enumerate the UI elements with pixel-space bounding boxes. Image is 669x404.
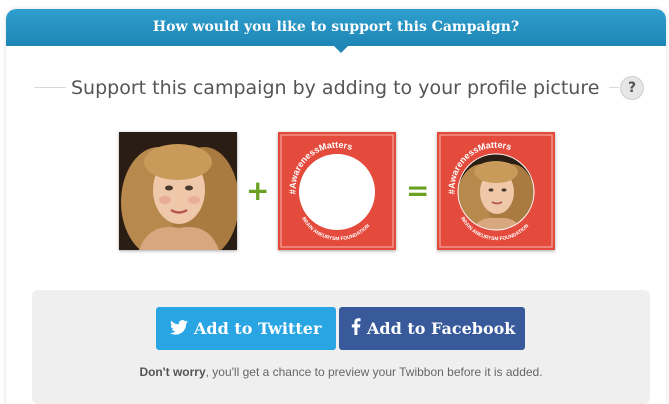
preview-note-text: , you'll get a chance to preview your Tw… — [205, 365, 543, 379]
preview-note-bold: Don't worry — [139, 365, 206, 379]
subtitle-row: Support this campaign by adding to your … — [6, 74, 666, 102]
twibbon-frame: #AwarenessMatters BRAIN ANEURYSM FOUNDAT… — [278, 132, 396, 250]
plus-sign: + — [246, 174, 270, 207]
actions-panel: Add to Twitter Add to Facebook Don't wor… — [32, 290, 650, 404]
add-to-facebook-button[interactable]: Add to Facebook — [339, 307, 525, 350]
twitter-button-label: Add to Twitter — [194, 319, 322, 338]
subtitle-text: Support this campaign by adding to your … — [71, 77, 600, 99]
subtitle-divider-right — [609, 87, 619, 88]
equals-sign: = — [406, 174, 430, 207]
card-header: How would you like to support this Campa… — [6, 9, 666, 46]
header-pointer — [334, 46, 348, 53]
preview-note: Don't worry, you'll get a chance to prev… — [32, 365, 650, 379]
help-button[interactable]: ? — [620, 76, 644, 100]
facebook-f-icon — [351, 308, 361, 351]
add-to-twitter-button[interactable]: Add to Twitter — [156, 307, 336, 350]
result-preview: #AwarenessMatters BRAIN ANEURYSM FOUNDAT… — [437, 132, 555, 250]
facebook-button-label: Add to Facebook — [367, 319, 516, 338]
twitter-bird-icon — [170, 308, 188, 351]
subtitle-divider-left — [34, 87, 66, 88]
profile-picture — [119, 132, 237, 250]
support-campaign-card: How would you like to support this Campa… — [6, 9, 666, 404]
